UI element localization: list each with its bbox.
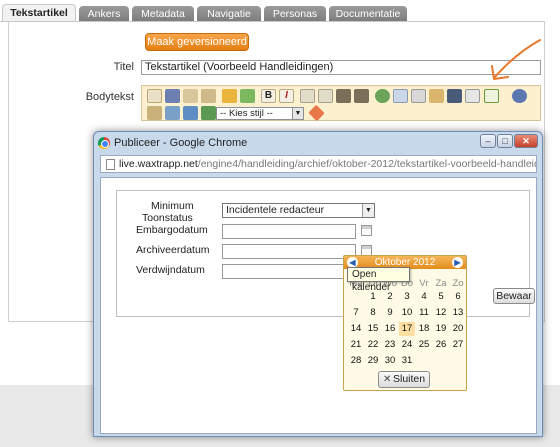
calendar-day[interactable]: 10	[399, 306, 415, 320]
calendar-day[interactable]: 5	[433, 290, 449, 304]
embargo-date-input[interactable]	[222, 224, 356, 239]
calendar-day[interactable]: 3	[399, 290, 415, 304]
calendar-day[interactable]: 14	[348, 322, 364, 336]
calendar-day[interactable]: 15	[365, 322, 381, 336]
calendar-tooltip: Open kalender	[347, 267, 410, 293]
weekday-header: Za	[435, 278, 447, 289]
calendar-day[interactable]: 17	[399, 322, 415, 336]
calendar-day[interactable]: 27	[450, 338, 466, 352]
calendar-day[interactable]: 30	[382, 354, 398, 368]
calendar-day[interactable]: 7	[348, 306, 364, 320]
calendar-day[interactable]: 16	[382, 322, 398, 336]
weekday-header: Zo	[452, 278, 464, 289]
embargo-label: Embargodatum	[136, 224, 208, 236]
window-title: Publiceer - Google Chrome	[114, 137, 248, 149]
calendar-day[interactable]: 18	[416, 322, 432, 336]
address-bar[interactable]: live.waxtrapp.net/engine4/handleiding/ar…	[100, 155, 537, 173]
url-path: /engine4/handleiding/archief/oktober-201…	[197, 158, 536, 170]
calendar-day[interactable]: 19	[433, 322, 449, 336]
publish-window: Publiceer - Google Chrome – □ ✕ live.wax…	[93, 131, 543, 437]
minimize-button[interactable]: –	[480, 134, 496, 148]
page-icon	[106, 159, 115, 170]
calendar-day[interactable]: 4	[416, 290, 432, 304]
min-status-label-line1: Minimum	[151, 200, 194, 212]
publish-form: Minimum Toonstatus Incidentele redacteur…	[116, 190, 535, 317]
calendar-day[interactable]: 6	[450, 290, 466, 304]
min-status-value: Incidentele redacteur	[226, 204, 325, 216]
chevron-down-icon: ▼	[362, 204, 374, 217]
calendar-day[interactable]: 23	[382, 338, 398, 352]
remove-label: Verdwijndatum	[136, 264, 205, 276]
calendar-day[interactable]: 9	[382, 306, 398, 320]
calendar-day[interactable]: 31	[399, 354, 415, 368]
calendar-day[interactable]: 20	[450, 322, 466, 336]
calendar-day[interactable]: 13	[450, 306, 466, 320]
archive-label: Archiveerdatum	[136, 244, 210, 256]
save-button[interactable]: Bewaar	[493, 288, 535, 304]
chrome-icon	[98, 137, 110, 149]
calendar-day[interactable]: 26	[433, 338, 449, 352]
calendar-icon[interactable]	[361, 225, 372, 236]
remove-date-input[interactable]	[222, 264, 356, 279]
calendar-day[interactable]: 11	[416, 306, 432, 320]
calendar-day[interactable]: 8	[365, 306, 381, 320]
maximize-button[interactable]: □	[497, 134, 513, 148]
close-icon: ✕	[383, 374, 392, 385]
calendar-day[interactable]: 28	[348, 354, 364, 368]
min-status-select[interactable]: Incidentele redacteur ▼	[222, 203, 375, 218]
calendar-day[interactable]: 25	[416, 338, 432, 352]
publish-content: Minimum Toonstatus Incidentele redacteur…	[100, 177, 537, 434]
archive-date-input[interactable]	[222, 244, 356, 259]
calendar-day[interactable]: 12	[433, 306, 449, 320]
min-status-label-line2: Toonstatus	[142, 212, 193, 224]
calendar-day[interactable]: 21	[348, 338, 364, 352]
close-window-button[interactable]: ✕	[514, 134, 538, 148]
url-host: live.waxtrapp.net	[119, 158, 198, 170]
close-calendar-label: Sluiten	[393, 373, 426, 385]
calendar-day[interactable]: 24	[399, 338, 415, 352]
close-calendar-button[interactable]: ✕ Sluiten	[378, 371, 430, 388]
next-month-icon[interactable]: ▶	[452, 257, 463, 268]
calendar-day[interactable]: 29	[365, 354, 381, 368]
calendar-day[interactable]: 22	[365, 338, 381, 352]
weekday-header: Vr	[419, 278, 429, 289]
